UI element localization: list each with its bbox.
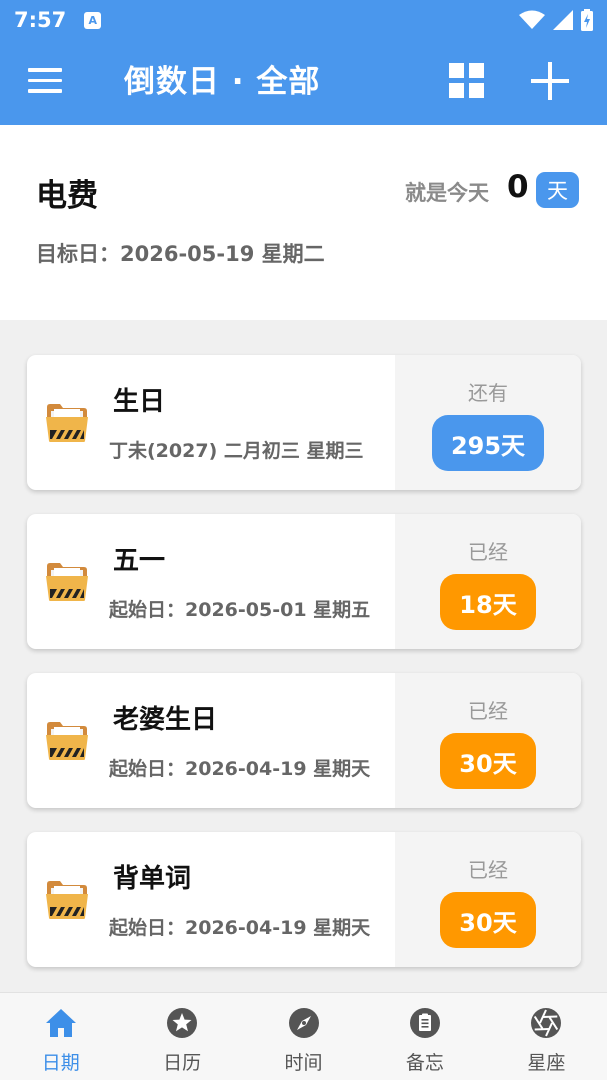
plus-icon[interactable]	[531, 62, 569, 100]
featured-event-name: 电费	[36, 178, 98, 214]
featured-target-date: 目标日：2026-05-19 星期二	[36, 242, 325, 266]
tab-date[interactable]: 日期	[0, 993, 121, 1080]
event-date: 起始日：2026-04-19 星期天	[109, 758, 371, 780]
event-name: 生日	[113, 387, 166, 417]
tab-calendar[interactable]: 日历	[121, 993, 242, 1080]
event-days-badge: 30天	[440, 892, 536, 948]
event-countdown-panel: 已经 30天	[395, 832, 581, 967]
featured-event[interactable]: 电费 就是今天 0 天 目标日：2026-05-19 星期二	[0, 125, 607, 320]
bottom-navigation: 日期 日历 时间 备忘 星座	[0, 992, 607, 1080]
folder-icon	[45, 878, 89, 920]
featured-today-label: 就是今天	[405, 181, 489, 205]
event-card[interactable]: 五一起始日：2026-05-01 星期五 已经 18天	[27, 514, 581, 649]
tab-label: 时间	[284, 1052, 323, 1074]
app-bar: 倒数日 · 全部	[0, 40, 607, 125]
featured-day-unit-badge: 天	[536, 172, 579, 208]
event-status-label: 已经	[468, 540, 508, 564]
event-countdown-panel: 已经 30天	[395, 673, 581, 808]
event-countdown-panel: 已经 18天	[395, 514, 581, 649]
hamburger-menu-icon[interactable]	[28, 68, 62, 96]
grid-view-icon[interactable]	[449, 63, 485, 99]
page-title: 倒数日 · 全部	[124, 64, 321, 100]
event-status-label: 已经	[468, 858, 508, 882]
event-days-badge: 295天	[432, 415, 544, 471]
event-card[interactable]: 老婆生日起始日：2026-04-19 星期天 已经 30天	[27, 673, 581, 808]
event-date: 起始日：2026-05-01 星期五	[109, 599, 371, 621]
event-status-label: 还有	[468, 381, 508, 405]
featured-day-count: 0	[507, 169, 529, 205]
event-countdown-panel: 还有 295天	[395, 355, 581, 490]
event-name: 五一	[113, 546, 166, 576]
folder-icon	[45, 401, 89, 443]
tab-label: 星座	[527, 1052, 566, 1074]
folder-icon	[45, 719, 89, 761]
tab-memo[interactable]: 备忘	[364, 993, 485, 1080]
event-days-badge: 30天	[440, 733, 536, 789]
event-card[interactable]: 生日丁未(2027) 二月初三 星期三 还有 295天	[27, 355, 581, 490]
wifi-icon	[519, 10, 545, 29]
signal-icon	[553, 10, 573, 30]
event-name: 老婆生日	[113, 705, 218, 735]
tab-time[interactable]: 时间	[243, 993, 364, 1080]
tab-label: 日期	[41, 1052, 80, 1074]
tab-label: 日历	[163, 1052, 202, 1074]
aperture-icon	[529, 1006, 563, 1040]
tab-zodiac[interactable]: 星座	[486, 993, 607, 1080]
event-card[interactable]: 背单词起始日：2026-04-19 星期天 已经 30天	[27, 832, 581, 967]
event-date: 丁未(2027) 二月初三 星期三	[109, 440, 364, 462]
status-icons	[519, 9, 593, 31]
status-time: 7:57	[14, 8, 67, 32]
battery-charging-icon	[581, 9, 593, 31]
a-notification-icon: A	[84, 11, 102, 29]
home-icon	[44, 1006, 78, 1040]
status-bar: 7:57 A	[0, 0, 607, 40]
event-date: 起始日：2026-04-19 星期天	[109, 917, 371, 939]
event-days-badge: 18天	[440, 574, 536, 630]
event-name: 背单词	[113, 864, 192, 894]
event-status-label: 已经	[468, 699, 508, 723]
tab-label: 备忘	[405, 1052, 444, 1074]
star-icon	[165, 1006, 199, 1040]
clipboard-icon	[408, 1006, 442, 1040]
folder-icon	[45, 560, 89, 602]
compass-icon	[287, 1006, 321, 1040]
